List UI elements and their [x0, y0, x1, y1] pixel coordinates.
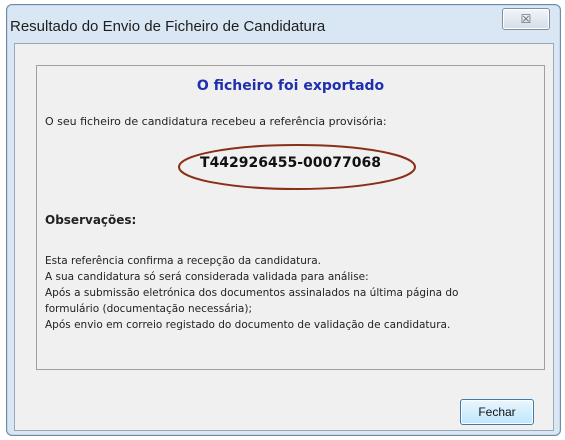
- reference-intro-text: O seu ficheiro de candidatura recebeu a …: [45, 115, 387, 128]
- close-button-label: Fechar: [478, 405, 516, 419]
- observations-heading: Observações:: [45, 213, 137, 227]
- window-close-button[interactable]: ☒: [502, 8, 550, 30]
- close-icon: ☒: [520, 12, 532, 26]
- observation-line: Após a submissão eletrónica dos document…: [45, 287, 459, 299]
- title-bar[interactable]: Resultado do Envio de Ficheiro de Candid…: [7, 5, 560, 45]
- export-status-heading: O ficheiro foi exportado: [196, 78, 385, 94]
- observation-line: Após envio em correio registado do docum…: [45, 319, 451, 331]
- dialog-content: O ficheiro foi exportado O seu ficheiro …: [14, 43, 554, 431]
- observation-line: A sua candidatura só será considerada va…: [45, 271, 369, 283]
- reference-number: T442926455-00077068: [200, 155, 381, 171]
- result-panel: O ficheiro foi exportado O seu ficheiro …: [36, 65, 545, 370]
- observations-text: Esta referência confirma a recepção da c…: [45, 253, 535, 333]
- window-title: Resultado do Envio de Ficheiro de Candid…: [10, 18, 326, 35]
- close-button[interactable]: Fechar: [460, 399, 534, 425]
- observation-line: formulário (documentação necessária);: [45, 303, 252, 315]
- dialog-window: Resultado do Envio de Ficheiro de Candid…: [6, 4, 561, 436]
- observation-line: Esta referência confirma a recepção da c…: [45, 255, 321, 267]
